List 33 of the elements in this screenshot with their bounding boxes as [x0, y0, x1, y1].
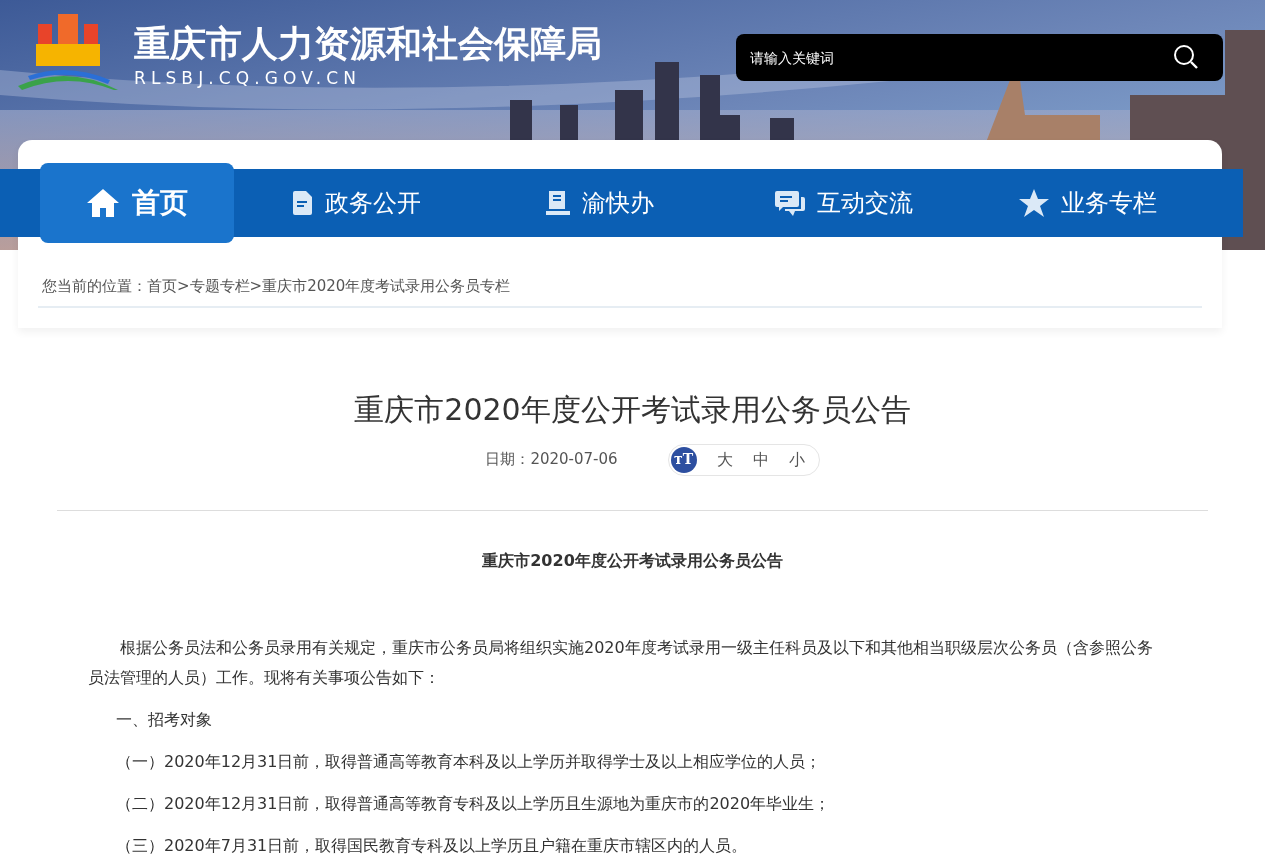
article-date: 日期：2020-07-06: [485, 449, 618, 471]
font-size-icon: тT: [670, 446, 697, 473]
site-title: 重庆市人力资源和社会保障局: [134, 22, 602, 66]
search-field[interactable]: 请输入关键词: [736, 34, 1223, 81]
breadcrumb-separator: >: [177, 276, 190, 297]
breadcrumb-link[interactable]: 专题专栏: [189, 275, 250, 298]
breadcrumb-link[interactable]: 首页: [147, 275, 177, 298]
paragraph: （一）2020年12月31日前，取得普通高等教育本科及以上学历并取得学士及以上相应学位的人员；: [115, 750, 823, 773]
nav-tab[interactable]: 首页: [40, 163, 234, 243]
font-size-option[interactable]: 中: [752, 447, 769, 472]
font-size-option[interactable]: 大: [716, 447, 733, 472]
document-icon: [291, 191, 313, 215]
article-title: 重庆市2020年度公开考试录用公务员公告: [353, 390, 912, 429]
nav-tab[interactable]: 政务公开: [234, 169, 478, 237]
breadcrumb-link[interactable]: 重庆市2020年度考试录用公务员专栏: [262, 275, 511, 298]
site-domain: RLSBJ.CQ.GOV.CN: [134, 67, 362, 90]
paragraph: （二）2020年12月31日前，取得普通高等教育专科及以上学历且生源地为重庆市的2020年毕业生；: [115, 792, 832, 815]
nav-tab[interactable]: 业务专栏: [966, 169, 1210, 237]
home-icon: [86, 188, 120, 218]
logo-icon: [18, 14, 118, 90]
breadcrumb-separator: >: [249, 276, 263, 297]
chat-icon: [775, 189, 805, 217]
article-subtitle: 重庆市2020年度公开考试录用公务员公告: [481, 549, 784, 572]
book-icon: [546, 191, 570, 215]
search-icon[interactable]: [1173, 44, 1199, 70]
font-size-option[interactable]: 小: [788, 447, 805, 472]
paragraph: 根据公务员法和公务员录用有关规定，重庆市公务员局将组织实施2020年度考试录用一级主任科员及以下和其他相当职级层次公务员（含参照公务员法管理的人员）工作。现将有关事项公告如下：: [87, 636, 1154, 689]
star-icon: [1019, 189, 1049, 217]
nav-tab[interactable]: 互动交流: [722, 169, 966, 237]
section-heading: 一、招考对象: [115, 708, 213, 731]
paragraph: （三）2020年7月31日前，取得国民教育专科及以上学历且户籍在重庆市辖区内的人员。: [115, 834, 749, 857]
breadcrumb-label: 您当前的位置：: [42, 276, 147, 297]
nav-tab[interactable]: 渝快办: [478, 169, 722, 237]
